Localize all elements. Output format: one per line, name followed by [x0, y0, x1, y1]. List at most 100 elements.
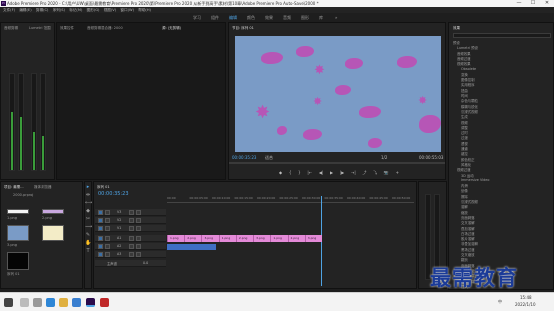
video-clip[interactable]: 3.png	[304, 235, 322, 242]
track-target-toggle[interactable]	[98, 210, 103, 215]
effects-search-input[interactable]	[453, 33, 551, 38]
effect-item[interactable]: 页面剥落	[461, 215, 475, 220]
mark-in-button[interactable]: {	[289, 170, 292, 176]
export-frame-icon[interactable]: 📷	[384, 170, 389, 176]
sync-lock-toggle[interactable]	[105, 244, 110, 249]
toggle-output-toggle[interactable]	[129, 244, 134, 249]
media-thumb-4[interactable]	[42, 225, 64, 241]
media-thumb-3[interactable]	[7, 225, 29, 241]
workspace-effects[interactable]: 效果	[265, 15, 273, 21]
close-button[interactable]: ✕	[540, 0, 554, 7]
workspace-learn[interactable]: 学习	[193, 15, 201, 21]
effect-item[interactable]: Immersive Video	[461, 178, 489, 182]
effect-item[interactable]: 变换	[461, 72, 468, 77]
effect-item[interactable]: 内滑	[461, 183, 468, 188]
effect-item[interactable]: 沉浸式视频	[461, 109, 478, 114]
toggle-output-toggle[interactable]	[129, 236, 134, 241]
play-button[interactable]: ▶	[330, 170, 333, 176]
track-header[interactable]: 主声道 0.0	[95, 260, 166, 267]
track-target-toggle[interactable]	[98, 252, 103, 257]
tab-effects[interactable]: 效果	[453, 26, 460, 31]
track-header[interactable]: V2	[95, 217, 166, 224]
tab-media-browser[interactable]: 媒体浏览器	[34, 185, 52, 190]
effect-item[interactable]: 白场过渡	[461, 231, 475, 236]
effect-item[interactable]: 叠加溶解	[461, 226, 475, 231]
mute-toggle[interactable]	[136, 210, 141, 215]
video-clip[interactable]: 1.png	[218, 235, 236, 242]
program-timecode[interactable]: 00:00:35:23	[232, 155, 256, 160]
sync-lock-toggle[interactable]	[105, 210, 110, 215]
track-header[interactable]: V3	[95, 209, 166, 216]
effect-item[interactable]: 时间	[461, 93, 468, 98]
maximize-button[interactable]: ☐	[526, 0, 540, 7]
search-icon[interactable]	[20, 298, 29, 307]
panel-tab-audio-clip[interactable]: 音频剪辑	[4, 26, 18, 31]
track-target-toggle[interactable]	[98, 226, 103, 231]
effect-item[interactable]: 非叠加溶解	[461, 241, 478, 246]
effect-item[interactable]: 图像控制	[461, 77, 475, 82]
tab-source[interactable]: 源: (无剪辑)	[162, 26, 181, 31]
tab-effect-controls[interactable]: 效果控件	[60, 26, 74, 31]
panel-tab-lumetri[interactable]: Lumetri 范围	[29, 26, 51, 31]
add-button[interactable]: +	[396, 170, 399, 176]
effect-item[interactable]: Obsolete	[461, 67, 476, 71]
timeline-timecode[interactable]: 00:00:35:23	[98, 191, 129, 197]
effect-item[interactable]: 键控	[461, 151, 468, 156]
track-header[interactable]: A3	[95, 251, 166, 258]
track-target-toggle[interactable]	[98, 218, 103, 223]
effect-item[interactable]: 实用程序	[461, 82, 475, 87]
workspace-graphics[interactable]: 图形	[301, 15, 309, 21]
video-clip[interactable]: 1.png	[270, 235, 288, 242]
video-clip[interactable]: 2.png	[235, 235, 254, 242]
mute-toggle[interactable]	[136, 252, 141, 257]
zoom-fit-select[interactable]: 适合	[265, 155, 273, 161]
lift-button[interactable]: ⤴	[362, 170, 366, 176]
pen-tool-icon[interactable]: ✎	[85, 232, 91, 238]
effect-item[interactable]: 透视	[461, 141, 468, 146]
effect-item[interactable]: 视频效果	[457, 61, 471, 66]
slip-tool-icon[interactable]: ⟿	[85, 224, 92, 230]
workspace-color[interactable]: 颜色	[247, 15, 255, 21]
video-clip[interactable]: 1.png	[167, 235, 185, 242]
timeline-ruler[interactable]: 00:00 00:00:05:00 00:00:10:00 00:00:15:00 00…	[167, 196, 414, 203]
rate-stretch-tool-icon[interactable]: ◆	[85, 208, 91, 214]
go-to-out-button[interactable]: →|	[351, 170, 356, 176]
effect-item[interactable]: 沉浸式视频	[461, 199, 478, 204]
track-target-toggle[interactable]	[98, 236, 103, 241]
workspace-libraries[interactable]: 库	[319, 15, 323, 21]
minimize-button[interactable]: —	[512, 0, 526, 7]
workspace-audio[interactable]: 音频	[283, 15, 291, 21]
effect-item[interactable]: Lumetri 预设	[457, 45, 478, 50]
audio-clip[interactable]	[167, 244, 216, 250]
step-back-button[interactable]: ◀|	[319, 170, 323, 176]
effect-item[interactable]: 音频过渡	[457, 56, 471, 61]
go-to-in-button[interactable]: |←	[307, 170, 312, 176]
toggle-output-toggle[interactable]	[129, 210, 134, 215]
add-marker-button[interactable]: ◆	[279, 170, 282, 176]
media-thumb-1[interactable]	[7, 209, 29, 214]
clock-date[interactable]: 2022/1/10	[515, 302, 536, 307]
store-icon[interactable]	[72, 298, 81, 307]
tab-sequence[interactable]: 序列 01	[97, 185, 110, 190]
effect-item[interactable]: 擦除	[461, 194, 468, 199]
effect-item[interactable]: 胶片溶解	[461, 236, 475, 241]
effect-item[interactable]: 缩放	[461, 210, 468, 215]
effect-item[interactable]: 交叉溶解	[461, 220, 475, 225]
clock-time[interactable]: 15:48	[520, 295, 532, 300]
sync-lock-toggle[interactable]	[105, 218, 110, 223]
selection-tool-icon[interactable]: ▸	[85, 184, 91, 190]
workspace-more[interactable]: »	[335, 15, 337, 20]
mark-out-button[interactable]: }	[298, 170, 301, 176]
toggle-output-toggle[interactable]	[129, 226, 134, 231]
sync-lock-toggle[interactable]	[105, 252, 110, 257]
effect-item[interactable]: 交叉缩放	[461, 252, 475, 257]
start-icon[interactable]	[4, 298, 13, 307]
effect-item[interactable]: 调整	[461, 125, 468, 130]
ime-indicator[interactable]: 中	[498, 299, 502, 305]
effect-item[interactable]: 划像	[461, 188, 468, 193]
video-clip[interactable]: 3.png	[201, 235, 219, 242]
effect-item[interactable]: 过时	[461, 130, 468, 135]
razor-tool-icon[interactable]: ✂	[85, 216, 91, 222]
browser-icon[interactable]	[46, 298, 55, 307]
extract-button[interactable]: ⤵	[373, 170, 377, 176]
